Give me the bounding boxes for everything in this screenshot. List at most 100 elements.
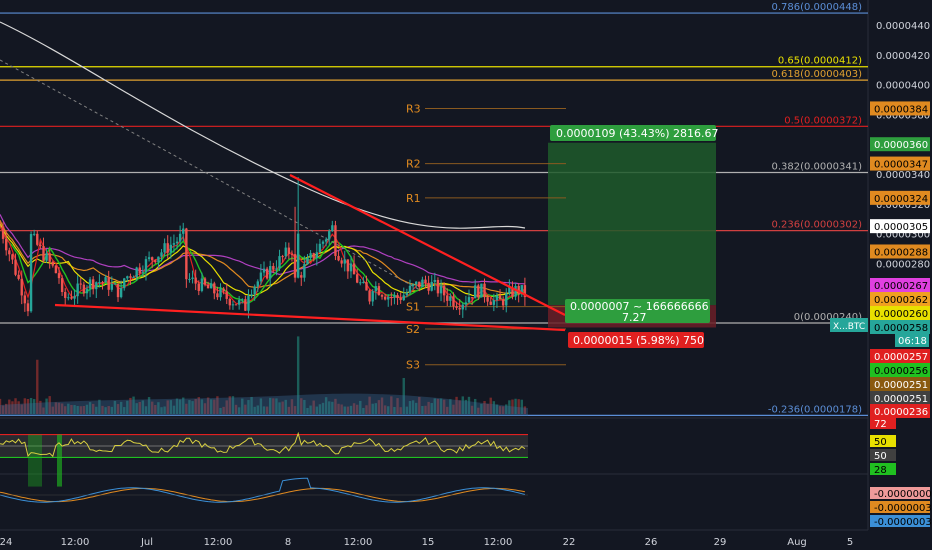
candle-body bbox=[452, 296, 455, 307]
candle-body bbox=[309, 253, 312, 258]
candle-body bbox=[278, 256, 281, 269]
candle-body bbox=[365, 282, 368, 291]
price-tick-label: 0.0000340 bbox=[876, 170, 930, 181]
candle-body bbox=[70, 297, 73, 299]
candle-body bbox=[446, 295, 449, 301]
candle-body bbox=[51, 261, 54, 266]
candle-body bbox=[17, 274, 20, 279]
candle-body bbox=[135, 267, 138, 278]
candle-body bbox=[54, 265, 58, 274]
candle-body bbox=[346, 259, 350, 272]
pivot-label: S2 bbox=[406, 323, 420, 336]
candle-body bbox=[88, 279, 92, 289]
candle-body bbox=[424, 279, 427, 283]
candle-body bbox=[368, 290, 371, 302]
fib-label: 0.382(0.0000341) bbox=[771, 162, 862, 173]
candle-body bbox=[405, 292, 409, 296]
time-tick-label: 12:00 bbox=[484, 537, 513, 548]
candle-body bbox=[95, 282, 98, 290]
candle-body bbox=[418, 281, 421, 288]
candle-body bbox=[138, 267, 141, 273]
candle-body bbox=[411, 284, 415, 286]
fib-label: 0.786(0.0000448) bbox=[771, 2, 862, 13]
candle-body bbox=[489, 301, 492, 305]
candle-body bbox=[483, 283, 486, 298]
candle-body bbox=[26, 303, 30, 312]
price-tick-label: 0.0000280 bbox=[876, 259, 930, 270]
candle-body bbox=[20, 278, 23, 296]
candle-body bbox=[480, 283, 483, 298]
candle-body bbox=[349, 263, 353, 272]
candle-body bbox=[23, 295, 27, 304]
candle-body bbox=[36, 233, 39, 245]
rsi-tag-label: 50 bbox=[874, 437, 887, 448]
rsi-oversold-shade bbox=[57, 434, 62, 487]
candle-body bbox=[421, 279, 424, 288]
candle-body bbox=[495, 295, 499, 301]
candle-body bbox=[76, 283, 79, 297]
candle-body bbox=[203, 278, 207, 285]
candle-body bbox=[352, 263, 356, 275]
candle-body bbox=[172, 243, 176, 245]
rsi-oversold-shade bbox=[28, 434, 42, 487]
macd-tag-label: -0.0000003 bbox=[874, 517, 932, 528]
candle-body bbox=[408, 285, 412, 293]
trading-chart[interactable]: 0.786(0.0000448) 0.65(0.0000412) 0.618(0.0… bbox=[0, 0, 932, 550]
price-tag-label: 0.0000288 bbox=[874, 247, 928, 258]
candle-body bbox=[67, 297, 70, 299]
candle-body bbox=[399, 297, 402, 301]
candle-body bbox=[505, 293, 508, 306]
candle-body bbox=[29, 234, 33, 312]
time-tick-label: Jul bbox=[140, 537, 153, 548]
candle-body bbox=[396, 295, 399, 298]
pivot-label: S3 bbox=[406, 359, 420, 372]
candle-body bbox=[492, 300, 496, 305]
price-tag-label: 0.0000267 bbox=[874, 281, 928, 292]
time-tick-label: 12:00 bbox=[61, 537, 90, 548]
candle-body bbox=[160, 252, 163, 257]
candle-body bbox=[337, 255, 340, 261]
candle-body bbox=[474, 285, 477, 299]
candle-body bbox=[467, 297, 471, 303]
candle-body bbox=[206, 284, 210, 289]
macd-tag-label: -0.0000000 bbox=[874, 489, 932, 500]
candle-body bbox=[343, 259, 346, 264]
pivot-label: R1 bbox=[406, 192, 421, 205]
candle-body bbox=[253, 286, 256, 295]
candle-body bbox=[231, 304, 235, 306]
candle-body bbox=[265, 268, 269, 279]
fib-label: 0.236(0.0000302) bbox=[771, 220, 862, 231]
candle-body bbox=[119, 288, 123, 298]
time-tick-label: 24 bbox=[0, 537, 12, 548]
candle-body bbox=[107, 277, 110, 290]
candle-body bbox=[241, 299, 244, 301]
candle-body bbox=[194, 277, 197, 284]
candle-body bbox=[237, 300, 241, 305]
chart-root: 0.786(0.0000448) 0.65(0.0000412) 0.618(0.0… bbox=[0, 0, 932, 550]
candle-body bbox=[427, 282, 430, 291]
candle-body bbox=[178, 233, 182, 242]
candle-body bbox=[79, 283, 82, 285]
candle-body bbox=[0, 226, 2, 228]
pivot-label: R3 bbox=[406, 102, 421, 115]
candle-body bbox=[104, 277, 107, 283]
candle-body bbox=[290, 253, 294, 255]
candle-body bbox=[281, 256, 284, 258]
candle-body bbox=[32, 233, 36, 235]
candle-body bbox=[110, 284, 114, 290]
candle-body bbox=[383, 296, 387, 300]
price-tag-label: 0.0000347 bbox=[874, 160, 928, 171]
macd-tag-label: -0.0000003 bbox=[874, 503, 932, 514]
candle-body bbox=[362, 282, 365, 284]
price-tag-label: 0.0000384 bbox=[874, 104, 928, 115]
trade-target-label: 0.0000109 (43.43%) 2816.67 bbox=[556, 127, 719, 140]
rsi-tag-label: 72 bbox=[874, 419, 887, 430]
candle-body bbox=[284, 247, 287, 257]
time-tick-label: 15 bbox=[422, 537, 435, 548]
candle-body bbox=[11, 254, 14, 260]
pivot-label: R2 bbox=[406, 158, 421, 171]
candle-body bbox=[60, 278, 64, 293]
candle-body bbox=[402, 295, 405, 301]
candle-body bbox=[486, 297, 489, 302]
candle-body bbox=[210, 283, 213, 289]
